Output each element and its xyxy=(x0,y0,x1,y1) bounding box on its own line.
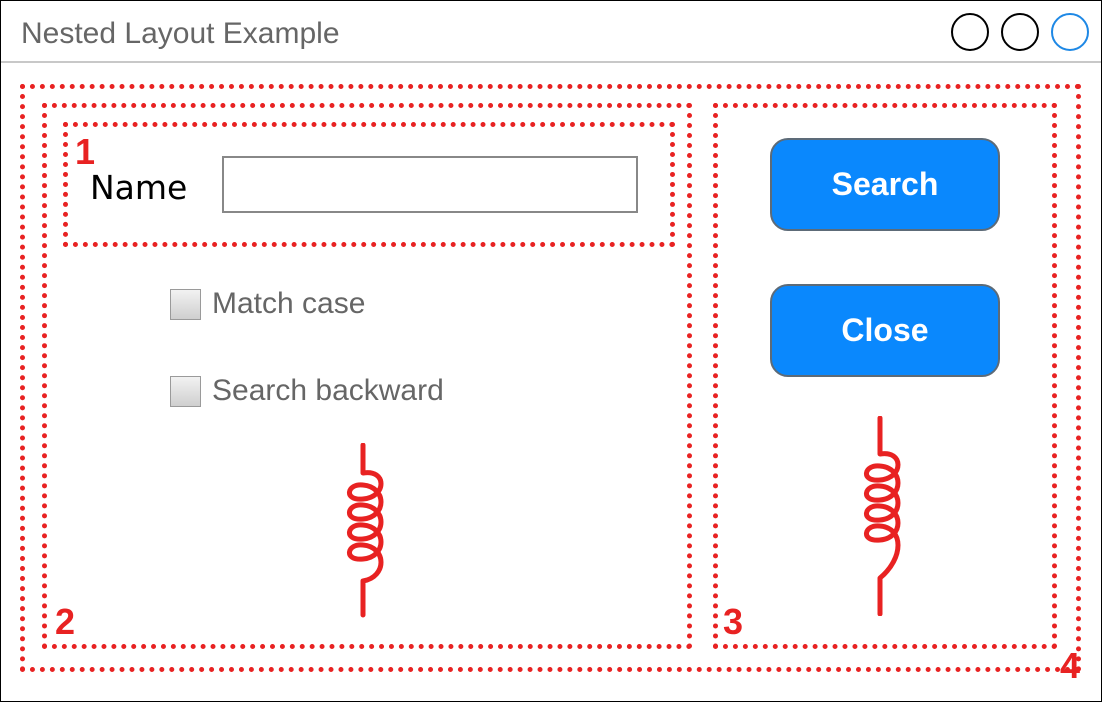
close-button[interactable]: Close xyxy=(770,284,1000,377)
window-control-minimize[interactable] xyxy=(951,13,989,51)
window-control-close[interactable] xyxy=(1051,13,1089,51)
name-label: Name xyxy=(90,168,188,207)
search-backward-checkbox[interactable] xyxy=(170,375,201,407)
region-2-number: 2 xyxy=(55,601,76,642)
match-case-label: Match case xyxy=(212,287,366,320)
window-control-maximize[interactable] xyxy=(1001,13,1039,51)
search-button[interactable]: Search xyxy=(770,138,1000,231)
title-bar: Nested Layout Example xyxy=(1,1,1101,63)
region-1-number: 1 xyxy=(75,131,96,172)
match-case-checkbox[interactable] xyxy=(170,288,201,320)
spring-glue-icon xyxy=(347,443,384,618)
spring-glue-icon xyxy=(864,416,901,616)
search-backward-option[interactable]: Search backward xyxy=(170,373,444,409)
region-3-number: 3 xyxy=(723,601,744,642)
match-case-option[interactable]: Match case xyxy=(170,286,365,322)
search-backward-label: Search backward xyxy=(212,374,444,407)
name-input[interactable] xyxy=(222,156,638,213)
window-title: Nested Layout Example xyxy=(21,17,340,50)
region-4-number: 4 xyxy=(1060,645,1081,686)
